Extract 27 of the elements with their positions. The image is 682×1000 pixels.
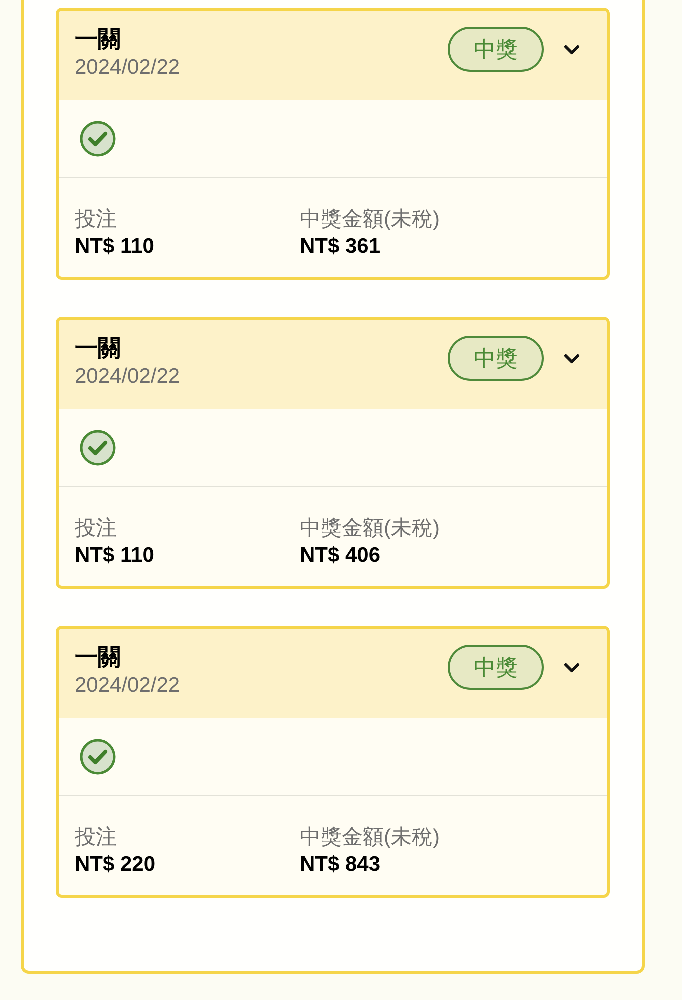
chevron-down-icon — [564, 662, 580, 672]
amount-label: 投注 — [75, 825, 117, 851]
amount-value: NT$ 361 — [300, 234, 381, 260]
check-circle-icon — [80, 430, 116, 466]
amount-label: 中獎金額(未稅) — [300, 516, 440, 542]
amount-value: NT$ 220 — [75, 852, 156, 878]
amount-label: 中獎金額(未稅) — [300, 207, 440, 233]
ticket-title: 一關 — [75, 643, 122, 672]
amount-value: NT$ 406 — [300, 543, 381, 569]
ticket-date: 2024/02/22 — [75, 364, 180, 390]
amount-value: NT$ 110 — [75, 543, 154, 569]
ticket-date: 2024/02/22 — [75, 673, 180, 699]
ticket-title: 一關 — [75, 25, 122, 54]
amount-label: 中獎金額(未稅) — [300, 825, 440, 851]
chevron-down-icon — [564, 354, 580, 364]
status-badge: 中獎 — [448, 336, 544, 381]
ticket-date: 2024/02/22 — [75, 55, 180, 81]
amount-label: 投注 — [75, 516, 117, 542]
amount-label: 投注 — [75, 207, 117, 233]
status-badge: 中獎 — [448, 27, 544, 72]
amount-value: NT$ 110 — [75, 234, 154, 260]
ticket-title: 一關 — [75, 334, 122, 363]
chevron-down-icon — [564, 44, 580, 54]
amount-value: NT$ 843 — [300, 852, 381, 878]
status-badge: 中獎 — [448, 645, 544, 690]
check-circle-icon — [80, 120, 116, 156]
check-circle-icon — [80, 738, 116, 774]
